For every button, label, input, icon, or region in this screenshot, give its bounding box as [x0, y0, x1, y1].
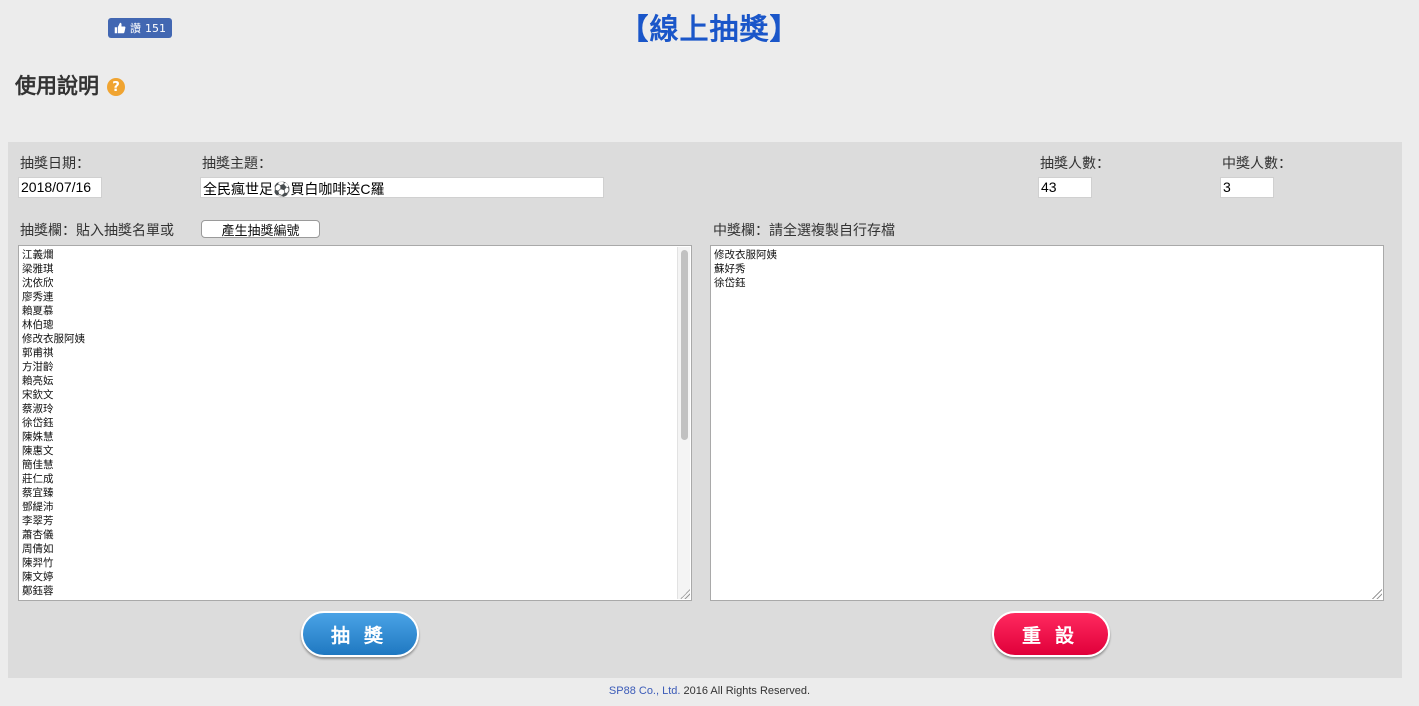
date-input[interactable]: 2018/07/16 — [18, 177, 102, 198]
list-item: 蔡宜臻 — [22, 487, 54, 499]
date-label: 抽獎日期： — [20, 156, 90, 172]
list-item: 陳羿竹 — [22, 557, 54, 569]
winners-count-input[interactable]: 3 — [1220, 177, 1274, 198]
page-title: 【線上抽獎】 — [619, 12, 800, 46]
list-item: 陳文婷 — [22, 571, 54, 583]
list-item: 陳惠文 — [22, 445, 54, 457]
list-item: 梁雅琪 — [22, 263, 54, 275]
topic-input[interactable]: 全民瘋世足⚽買白咖啡送C羅 — [200, 177, 604, 198]
footer-brand-link[interactable]: SP88 Co., Ltd. — [609, 685, 681, 697]
list-item: 簡佳慧 — [22, 459, 54, 471]
winners-textarea[interactable]: 修改衣服阿姨 蘇好秀徐岱鈺 — [710, 245, 1384, 601]
list-item: 徐岱鈺 — [714, 277, 746, 289]
draw-button[interactable]: 抽獎 — [301, 611, 419, 657]
list-item: 蘇好秀 — [714, 263, 746, 275]
list-item: 莊仁成 — [22, 473, 54, 485]
entries-textarea[interactable]: 江義爛梁雅琪沈依欣廖秀連賴夏慕林伯璁修改衣服阿姨 郭甫祺方泔齡賴亮妘宋欽文蔡淑玲徐… — [18, 245, 692, 601]
generate-numbers-button[interactable]: 產生抽獎編號 — [201, 220, 320, 239]
list-item: 廖秀連 — [22, 291, 54, 303]
list-item: 鄭鈺蓉 — [22, 585, 54, 597]
list-item: 徐岱鈺 — [22, 417, 54, 429]
lottery-panel: 抽獎日期： 2018/07/16 抽獎主題： 全民瘋世足⚽買白咖啡送C羅 抽獎人… — [8, 142, 1402, 678]
winners-resize-handle[interactable] — [1372, 589, 1382, 599]
list-item: 林伯璁 — [22, 319, 54, 331]
list-item: 郭甫祺 — [22, 347, 54, 359]
entries-scroll-thumb[interactable] — [681, 250, 688, 440]
reset-button[interactable]: 重設 — [992, 611, 1110, 657]
list-item: 賴亮妘 — [22, 375, 54, 387]
list-item: 修改衣服阿姨 — [714, 249, 777, 261]
footer: SP88 Co., Ltd. 2016 All Rights Reserved. — [0, 685, 1419, 697]
list-item: 鄧緹沛 — [22, 501, 54, 513]
list-item: 陳姝慧 — [22, 431, 54, 443]
help-heading[interactable]: 使用說明 ? — [15, 70, 125, 100]
help-heading-label: 使用說明 — [15, 74, 99, 98]
list-item: 方泔齡 — [22, 361, 54, 373]
participants-input[interactable]: 43 — [1038, 177, 1092, 198]
list-item: 蔡淑玲 — [22, 403, 54, 415]
topic-label: 抽獎主題： — [202, 156, 272, 172]
list-item: 周倩如 — [22, 543, 54, 555]
entry-list-label: 抽獎欄：貼入抽獎名單或 — [20, 223, 174, 239]
entries-resize-handle[interactable] — [680, 589, 690, 599]
list-item: 宋欽文 — [22, 389, 54, 401]
list-item: 江義爛 — [22, 249, 54, 261]
help-icon[interactable]: ? — [107, 78, 125, 96]
list-item: 沈依欣 — [22, 277, 54, 289]
winner-list-label: 中獎欄：請全選複製自行存檔 — [713, 223, 895, 239]
list-item: 李翠芳 — [22, 515, 54, 527]
list-item: 修改衣服阿姨 — [22, 333, 85, 345]
winners-count-label: 中獎人數： — [1222, 156, 1292, 172]
list-item: 賴夏慕 — [22, 305, 54, 317]
footer-copyright: 2016 All Rights Reserved. — [680, 685, 811, 697]
list-item: 蕭杏儀 — [22, 529, 54, 541]
entries-scrollbar[interactable] — [677, 247, 690, 599]
participants-label: 抽獎人數： — [1040, 156, 1110, 172]
